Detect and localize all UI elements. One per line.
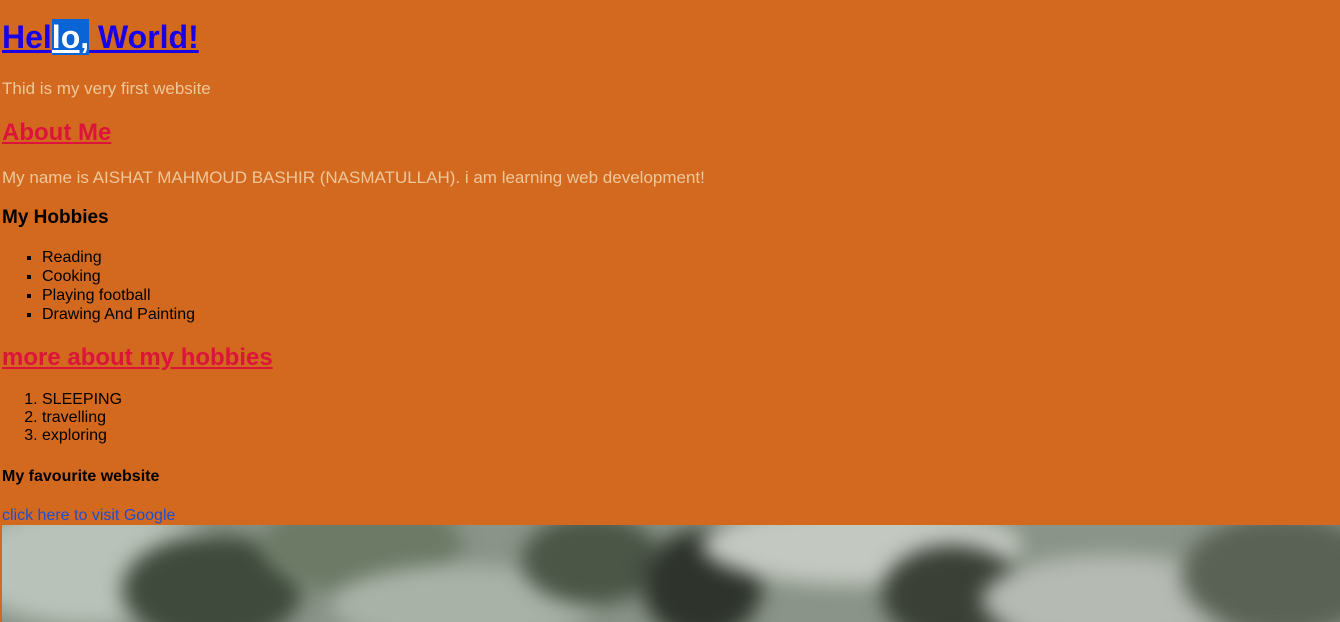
heading-part2: World!	[89, 19, 199, 55]
google-link[interactable]: click here to visit Google	[2, 507, 175, 525]
hobbies-heading: My Hobbies	[2, 207, 109, 228]
heading-part1: Hel	[2, 19, 52, 55]
about-me-text: My name is AISHAT MAHMOUD BASHIR (NASMAT…	[2, 168, 705, 187]
list-item: Drawing And Painting	[42, 305, 195, 324]
more-hobbies-list: SLEEPING travelling exploring	[2, 391, 122, 445]
main-heading-link[interactable]: Hello, World!	[2, 18, 199, 56]
blurred-photo	[2, 525, 1340, 622]
intro-text: Thid is my very first website	[2, 79, 211, 98]
favourite-website-heading: My favourite website	[2, 468, 160, 485]
about-me-heading[interactable]: About Me	[2, 119, 111, 147]
list-item: exploring	[42, 427, 122, 445]
more-hobbies-heading[interactable]: more about my hobbies	[2, 344, 273, 372]
list-item: SLEEPING	[42, 391, 122, 409]
hobbies-list: Reading Cooking Playing football Drawing…	[2, 248, 195, 324]
heading-selected-text: lo,	[51, 19, 90, 55]
list-item: Playing football	[42, 286, 195, 305]
list-item: Cooking	[42, 267, 195, 286]
list-item: Reading	[42, 248, 195, 267]
list-item: travelling	[42, 409, 122, 427]
